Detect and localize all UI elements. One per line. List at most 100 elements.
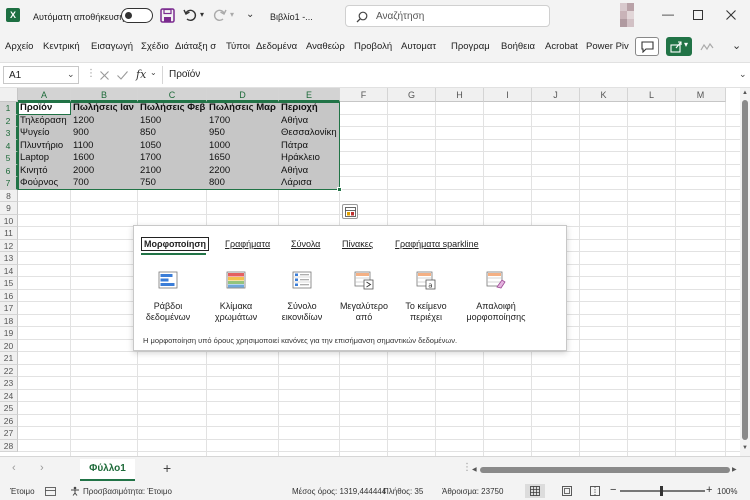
header-cell[interactable]: Προϊόν	[18, 102, 52, 115]
zoom-slider[interactable]	[620, 486, 705, 496]
fx-dropdown-icon[interactable]: ⌄	[150, 68, 157, 77]
data-cell[interactable]: Τηλεόραση	[18, 115, 67, 128]
autosave-toggle[interactable]	[121, 8, 153, 23]
redo-icon[interactable]	[213, 8, 227, 22]
data-cell[interactable]: 1100	[71, 140, 93, 153]
data-cell[interactable]: 2100	[138, 165, 161, 178]
row-header[interactable]: 28	[0, 439, 18, 452]
row-header[interactable]: 6	[0, 164, 18, 177]
fill-handle[interactable]	[337, 187, 342, 192]
qa-option-greater-than[interactable]: Μεγαλύτερο από	[334, 270, 394, 323]
ribbon-tab[interactable]: Προγραμ	[451, 41, 490, 52]
ribbon-tab[interactable]: Κεντρική	[43, 41, 80, 52]
header-cell[interactable]: Πωλήσεις Ιαν	[71, 102, 134, 115]
data-cell[interactable]: 1700	[207, 115, 230, 128]
row-header[interactable]: 3	[0, 127, 18, 140]
row-header[interactable]: 9	[0, 202, 18, 215]
data-cell[interactable]: 1200	[71, 115, 94, 128]
ribbon-tab[interactable]: Αναθεώρ	[306, 41, 345, 52]
column-header[interactable]: D	[207, 88, 279, 102]
insert-function-icon[interactable]: fx	[136, 68, 146, 81]
column-header[interactable]: C	[138, 88, 207, 102]
column-header[interactable]: I	[484, 88, 532, 102]
quick-analysis-button[interactable]	[342, 204, 358, 219]
column-header[interactable]: G	[388, 88, 436, 102]
data-cell[interactable]: Πλυντήριο	[18, 140, 63, 153]
formula-input[interactable]: Προϊόν	[162, 66, 740, 84]
ribbon-tab[interactable]: Acrobat	[545, 41, 578, 52]
data-cell[interactable]: 850	[138, 127, 156, 140]
row-header[interactable]: 1	[0, 102, 18, 115]
normal-view-button[interactable]	[525, 484, 545, 498]
data-cell[interactable]: Θεσσαλονίκη	[279, 127, 337, 140]
data-cell[interactable]: Αθήνα	[279, 165, 308, 178]
name-box[interactable]: A1 ⌄	[3, 66, 79, 84]
row-header[interactable]: 5	[0, 152, 18, 165]
data-cell[interactable]: Φούρνος	[18, 177, 58, 190]
file-name[interactable]: Βιβλίο1 -...	[270, 12, 313, 22]
page-layout-icon[interactable]	[562, 486, 572, 496]
share-button[interactable]: ▾	[666, 37, 692, 56]
ribbon-tab[interactable]: Τύποι	[226, 41, 250, 52]
undo-dropdown-icon[interactable]: ▾	[200, 10, 204, 19]
search-box[interactable]: Αναζήτηση	[345, 5, 550, 27]
column-header[interactable]: K	[580, 88, 628, 102]
header-cell[interactable]: Πωλήσεις Μαρ	[207, 102, 276, 115]
vertical-scrollbar[interactable]: ▲ ▼	[740, 88, 750, 456]
row-header[interactable]: 15	[0, 277, 18, 290]
header-cell[interactable]: Πωλήσεις Φεβ	[138, 102, 205, 115]
row-header[interactable]: 10	[0, 214, 18, 227]
macro-record-icon[interactable]	[45, 487, 56, 496]
ribbon-tab[interactable]: Αυτοματ	[401, 41, 436, 52]
data-cell[interactable]: Ηράκλειο	[279, 152, 320, 165]
row-header[interactable]: 20	[0, 339, 18, 352]
select-all-corner[interactable]	[0, 88, 18, 102]
qa-tab-formatting[interactable]: Μορφοποίηση	[141, 237, 210, 251]
data-cell[interactable]: 1700	[138, 152, 161, 165]
column-header[interactable]: F	[340, 88, 388, 102]
column-header[interactable]: H	[436, 88, 484, 102]
scroll-down-icon[interactable]: ▼	[742, 445, 748, 451]
maximize-icon[interactable]	[693, 10, 703, 20]
close-icon[interactable]	[726, 10, 736, 20]
data-cell[interactable]: 700	[71, 177, 89, 190]
qa-tab-totals[interactable]: Σύνολα	[291, 239, 320, 249]
scroll-left-icon[interactable]: ◀	[472, 466, 477, 473]
column-header[interactable]: M	[676, 88, 726, 102]
ribbon-tab[interactable]: Βοήθεια	[501, 41, 535, 52]
enter-icon[interactable]	[117, 71, 128, 80]
row-header[interactable]: 7	[0, 177, 18, 190]
vertical-scroll-thumb[interactable]	[742, 100, 748, 440]
data-cell[interactable]: 1000	[207, 140, 230, 153]
row-header[interactable]: 8	[0, 189, 18, 202]
qa-option-color-scale[interactable]: Κλίμακα χρωμάτων	[206, 270, 266, 323]
data-cell[interactable]: 1600	[71, 152, 94, 165]
data-cell[interactable]: 2200	[207, 165, 230, 178]
zoom-out-button[interactable]: −	[610, 484, 616, 496]
header-cell[interactable]: Περιοχή	[279, 102, 318, 115]
page-break-icon[interactable]	[590, 486, 600, 496]
scroll-right-icon[interactable]: ▶	[732, 466, 737, 473]
row-header[interactable]: 2	[0, 114, 18, 127]
save-icon[interactable]	[160, 8, 175, 23]
cancel-icon[interactable]	[100, 71, 109, 80]
data-cell[interactable]: 1650	[207, 152, 230, 165]
data-cell[interactable]: 1500	[138, 115, 161, 128]
data-cell[interactable]: 950	[207, 127, 225, 140]
column-header[interactable]: L	[628, 88, 676, 102]
row-header[interactable]: 18	[0, 314, 18, 327]
row-header[interactable]: 14	[0, 264, 18, 277]
status-accessibility[interactable]: Προσβασιμότητα: Έτοιμο	[83, 487, 172, 496]
row-header[interactable]: 19	[0, 327, 18, 340]
accessibility-icon[interactable]	[70, 486, 80, 496]
column-header[interactable]: B	[71, 88, 138, 102]
data-cell[interactable]: Αθήνα	[279, 115, 308, 128]
data-cell[interactable]: 900	[71, 127, 89, 140]
ribbon-tab[interactable]: Εισαγωγή	[91, 41, 133, 52]
qa-option-clear-format[interactable]: Απαλοιφή μορφοποίησης	[456, 270, 536, 323]
row-header[interactable]: 22	[0, 364, 18, 377]
qa-tab-tables[interactable]: Πίνακες	[342, 239, 373, 249]
data-cell[interactable]: Λάρισα	[279, 177, 312, 190]
row-header[interactable]: 21	[0, 352, 18, 365]
add-sheet-icon[interactable]: +	[163, 460, 171, 476]
